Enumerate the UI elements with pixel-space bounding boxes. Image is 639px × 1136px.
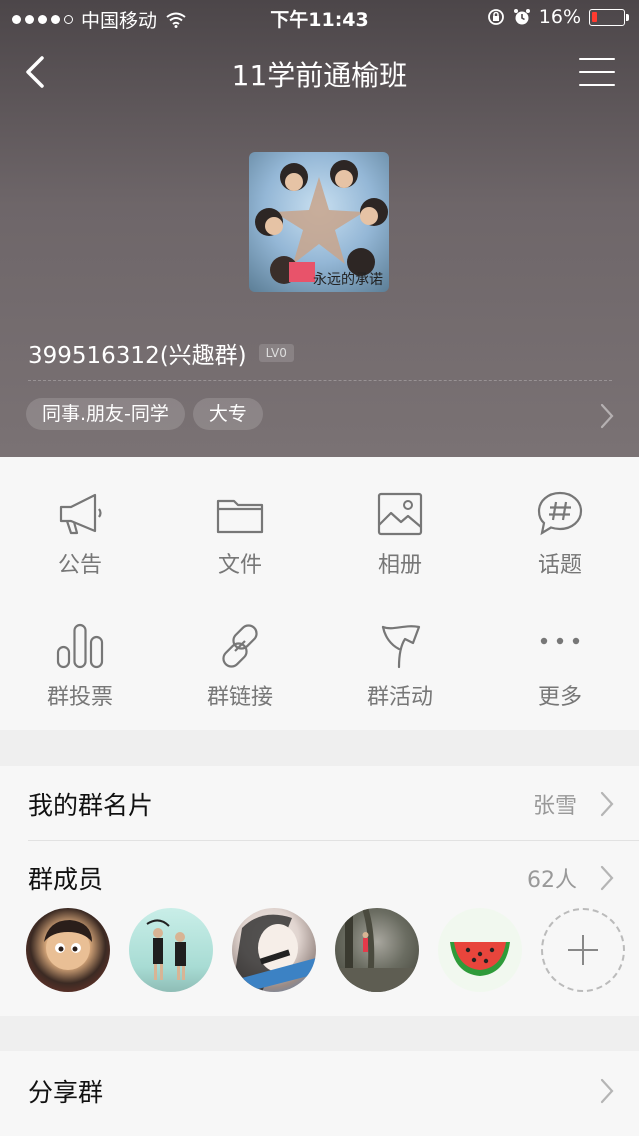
group-tag[interactable]: 大专 bbox=[192, 398, 263, 430]
status-right: 16% bbox=[487, 6, 629, 28]
my-card-row[interactable]: 我的群名片 张雪 bbox=[0, 766, 639, 840]
back-button[interactable] bbox=[14, 48, 58, 96]
level-badge: LV0 bbox=[258, 344, 294, 362]
chevron-right-icon[interactable] bbox=[599, 402, 615, 430]
avatar-caption: 永远的承诺 bbox=[313, 272, 383, 288]
link-icon bbox=[222, 624, 258, 668]
chevron-right-icon bbox=[600, 791, 614, 817]
grid-label: 话题 bbox=[537, 553, 582, 578]
member-photo bbox=[44, 920, 92, 970]
grid-label: 相册 bbox=[377, 553, 422, 578]
member-avatar[interactable] bbox=[26, 908, 110, 992]
chevron-right-icon bbox=[600, 1078, 614, 1104]
battery-percent: 16% bbox=[538, 6, 581, 28]
menu-button[interactable] bbox=[577, 52, 621, 92]
image-icon bbox=[377, 492, 423, 536]
group-avatar[interactable]: 永远的承诺 bbox=[249, 152, 389, 292]
members-count: 62人 bbox=[527, 868, 577, 893]
members-label: 群成员 bbox=[28, 865, 104, 894]
page-title: 11学前通榆班 bbox=[231, 59, 408, 92]
member-photo bbox=[146, 919, 186, 980]
status-bar: 中国移动 下午11:43 16% bbox=[0, 0, 639, 36]
grid-label: 群链接 bbox=[206, 685, 273, 710]
grid-label: 文件 bbox=[217, 553, 262, 578]
grid-item-album[interactable]: 相册 bbox=[320, 489, 480, 619]
chevron-right-icon bbox=[600, 865, 614, 891]
hashtag-bubble-icon bbox=[537, 491, 583, 536]
grid-item-activity[interactable]: 群活动 bbox=[320, 621, 480, 751]
group-tags[interactable]: 同事.朋友-同学 大专 bbox=[26, 398, 263, 430]
member-avatar[interactable] bbox=[438, 908, 522, 992]
group-tag[interactable]: 同事.朋友-同学 bbox=[26, 398, 185, 430]
grid-item-vote[interactable]: 群投票 bbox=[0, 621, 160, 751]
watermelon-icon bbox=[450, 942, 510, 976]
group-header: 中国移动 下午11:43 16% 11学前通榆班 永远的承诺 399516312… bbox=[0, 0, 639, 457]
share-section: 分享群 bbox=[0, 1051, 639, 1136]
grid-item-link[interactable]: 群链接 bbox=[160, 621, 320, 751]
chevron-left-icon bbox=[26, 56, 44, 88]
member-avatars bbox=[26, 908, 625, 992]
member-avatar[interactable] bbox=[335, 908, 419, 992]
megaphone-icon bbox=[59, 493, 102, 535]
flag-icon bbox=[381, 625, 421, 669]
members-row[interactable]: 群成员 62人 bbox=[0, 840, 639, 914]
dashed-divider bbox=[28, 380, 612, 381]
battery-icon bbox=[589, 8, 629, 26]
orientation-lock-icon bbox=[487, 9, 504, 25]
action-grid: 公告 文件 相册 话题 群投票 群链接 群活动 更多 bbox=[0, 457, 639, 730]
battery-level bbox=[592, 11, 597, 22]
group-id-text: 399516312(兴趣群) bbox=[28, 343, 247, 369]
member-photo bbox=[335, 908, 419, 992]
alarm-icon bbox=[513, 9, 530, 25]
grid-label: 群活动 bbox=[366, 685, 433, 710]
member-avatar[interactable] bbox=[232, 908, 316, 992]
member-avatar[interactable] bbox=[129, 908, 213, 992]
my-card-label: 我的群名片 bbox=[28, 791, 154, 820]
share-group-row[interactable]: 分享群 bbox=[0, 1053, 639, 1127]
grid-item-files[interactable]: 文件 bbox=[160, 489, 320, 619]
member-photo bbox=[232, 914, 316, 992]
bar-chart-icon bbox=[56, 623, 104, 669]
share-group-label: 分享群 bbox=[28, 1078, 104, 1107]
folder-icon bbox=[216, 499, 264, 534]
group-id-row: 399516312(兴趣群) LV0 bbox=[28, 336, 294, 370]
grid-label: 公告 bbox=[57, 553, 102, 578]
add-member-button[interactable] bbox=[541, 908, 625, 992]
grid-item-more[interactable]: 更多 bbox=[480, 621, 639, 751]
nav-bar: 11学前通榆班 bbox=[0, 40, 639, 104]
my-card-value: 张雪 bbox=[532, 794, 577, 819]
grid-label: 群投票 bbox=[46, 685, 113, 710]
menu-icon bbox=[579, 58, 615, 60]
grid-item-topics[interactable]: 话题 bbox=[480, 489, 639, 619]
grid-item-announcement[interactable]: 公告 bbox=[0, 489, 160, 619]
more-icon bbox=[540, 637, 580, 645]
grid-label: 更多 bbox=[537, 685, 582, 710]
